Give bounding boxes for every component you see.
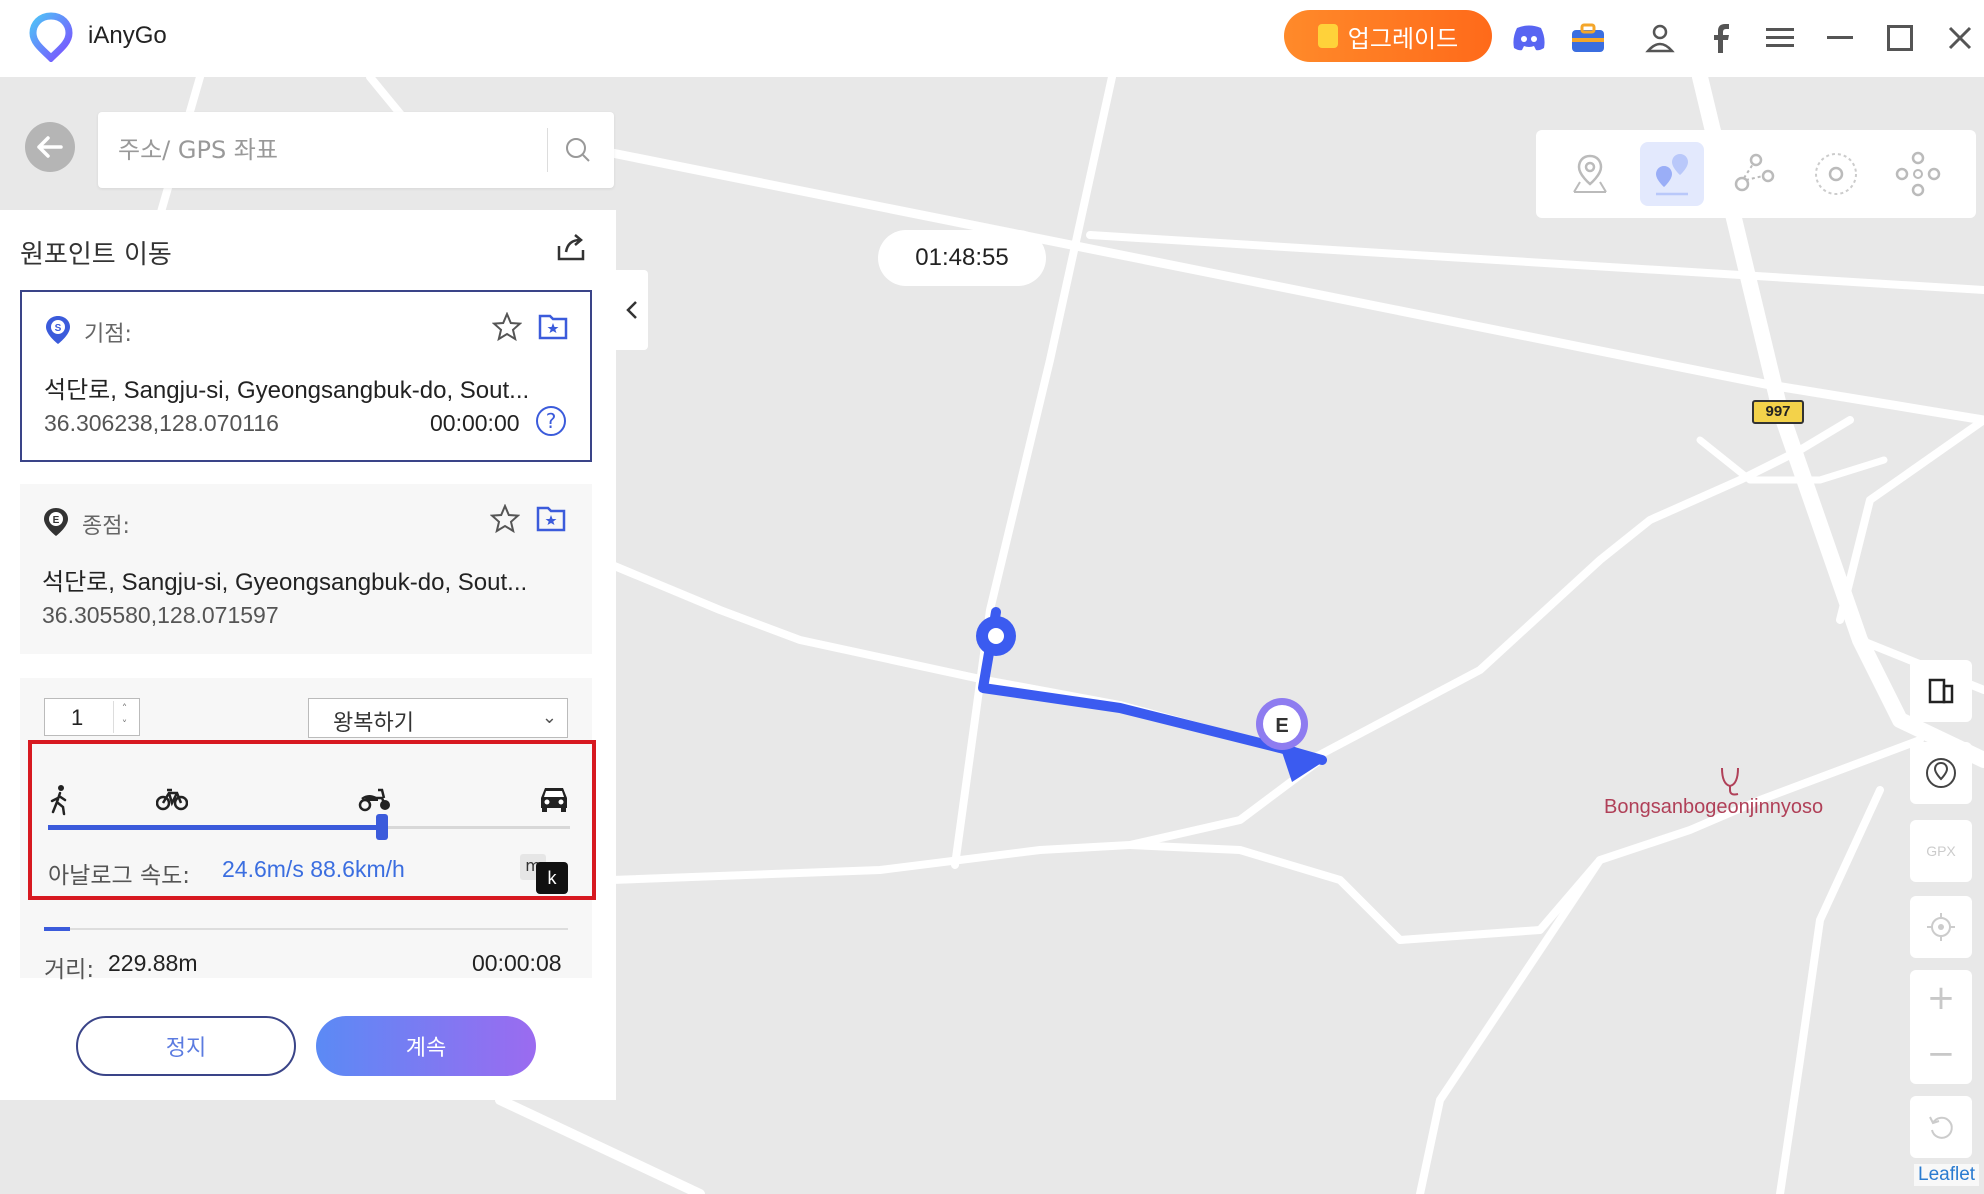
timer-bubble: 01:48:55	[878, 230, 1046, 286]
end-pin-icon: E	[44, 508, 68, 536]
speed-label: 아날로그 속도:	[48, 863, 191, 889]
share-icon[interactable]	[556, 232, 586, 262]
start-coords: 36.306238,128.070116	[44, 410, 279, 436]
panel-title: 원포인트 이동	[20, 240, 172, 270]
poi-label[interactable]: Bongsanbogeonjinnyoso	[1604, 796, 1823, 819]
end-address: 석단로, Sangju-si, Gyeongsangbuk-do, Sout..…	[42, 569, 528, 596]
search-divider	[547, 128, 548, 172]
search-bar	[98, 112, 614, 188]
speed-slider-fill	[48, 825, 383, 830]
repeat-mode-value: 왕복하기	[333, 711, 414, 736]
help-icon[interactable]: ?	[536, 406, 566, 436]
end-label: 종점:	[82, 514, 130, 539]
maximize-icon[interactable]	[1878, 16, 1922, 60]
start-time: 00:00:00	[430, 410, 520, 436]
upgrade-label: 업그레이드	[1347, 24, 1459, 53]
unit-k-toggle[interactable]: k	[536, 862, 568, 894]
start-point-card[interactable]: S 기점: 석단로, Sangju-si, Gyeongsangbuk-do, …	[20, 290, 592, 462]
end-coords: 36.305580,128.071597	[42, 602, 279, 628]
scooter-icon[interactable]	[358, 784, 392, 812]
app-title: iAnyGo	[88, 22, 167, 49]
search-icon[interactable]	[564, 136, 592, 164]
continue-button[interactable]: 계속	[316, 1016, 536, 1076]
distance-label: 거리:	[44, 957, 95, 983]
repeat-count-stepper[interactable]: 1 ˄ ˅	[44, 698, 140, 736]
chevron-left-icon	[626, 301, 637, 319]
star-icon[interactable]	[492, 312, 522, 342]
facebook-icon[interactable]	[1698, 16, 1742, 60]
menu-icon[interactable]	[1758, 16, 1802, 60]
elapsed-time: 00:00:08	[472, 950, 562, 976]
discord-icon[interactable]	[1507, 16, 1551, 60]
upgrade-button[interactable]: 업그레이드	[1284, 10, 1492, 62]
star-icon[interactable]	[490, 504, 520, 534]
crown-icon	[1317, 24, 1338, 48]
toolbox-icon[interactable]	[1566, 16, 1610, 60]
user-icon[interactable]	[1638, 16, 1682, 60]
back-button[interactable]	[25, 122, 75, 172]
start-label: 기점:	[84, 322, 132, 347]
distance-value: 229.88m	[108, 950, 198, 976]
title-bar: iAnyGo 업그레이드	[0, 0, 1984, 77]
zoom-in-icon[interactable]: +	[1910, 970, 1972, 1026]
route-panel: 원포인트 이동 S 기점: 석단로, Sangju-si, Gyeongsang…	[0, 210, 616, 1100]
multi-spot-mode-icon[interactable]	[1722, 142, 1786, 206]
saved-locations-icon[interactable]	[1910, 742, 1972, 804]
speed-slider-handle[interactable]	[376, 814, 389, 840]
jump-teleport-mode-icon[interactable]	[1886, 142, 1950, 206]
road-number-badge: 997	[1752, 400, 1804, 424]
zoom-control: + −	[1910, 970, 1972, 1084]
map-attribution[interactable]: Leaflet	[1914, 1164, 1980, 1186]
app-logo-icon	[29, 12, 73, 62]
repeat-mode-select[interactable]: 왕복하기 ⌄	[308, 698, 568, 738]
collapse-panel-button[interactable]	[616, 270, 648, 350]
locate-me-icon[interactable]	[1910, 896, 1972, 958]
walk-icon[interactable]	[48, 784, 72, 816]
gpx-import-button[interactable]: GPX	[1910, 820, 1972, 882]
svg-text:S: S	[55, 323, 62, 334]
start-pin-icon: S	[46, 316, 70, 344]
start-address: 석단로, Sangju-si, Gyeongsangbuk-do, Sout..…	[44, 377, 530, 404]
repeat-count-value: 1	[71, 705, 84, 730]
arrow-left-icon	[37, 136, 63, 158]
search-input[interactable]	[118, 130, 518, 170]
two-spot-mode-icon[interactable]	[1640, 142, 1704, 206]
end-marker-label[interactable]: E	[1275, 715, 1288, 737]
favorites-folder-icon[interactable]	[536, 504, 566, 532]
car-icon[interactable]	[538, 784, 570, 812]
svg-text:E: E	[53, 515, 60, 526]
joystick-mode-icon[interactable]	[1804, 142, 1868, 206]
minimize-icon[interactable]	[1818, 16, 1862, 60]
speed-value: 24.6m/s 88.6km/h	[222, 856, 405, 882]
zoom-out-icon[interactable]: −	[1910, 1026, 1972, 1082]
teleport-mode-icon[interactable]	[1558, 142, 1622, 206]
bicycle-icon[interactable]	[156, 784, 188, 812]
device-icon[interactable]	[1910, 660, 1972, 722]
progress-fill	[44, 927, 71, 931]
mode-toolbar	[1536, 130, 1976, 218]
stepper-arrows-icon[interactable]: ˄ ˅	[113, 701, 135, 733]
reset-rotation-icon[interactable]	[1910, 1096, 1972, 1158]
progress-track	[44, 928, 568, 930]
speed-control: 아날로그 속도: 24.6m/s 88.6km/h m k	[28, 740, 596, 900]
stop-button[interactable]: 정지	[76, 1016, 296, 1076]
chevron-down-icon: ⌄	[541, 707, 557, 728]
end-point-card[interactable]: E 종점: 석단로, Sangju-si, Gyeongsangbuk-do, …	[20, 484, 592, 654]
close-icon[interactable]	[1938, 16, 1982, 60]
favorites-folder-icon[interactable]	[538, 312, 568, 340]
